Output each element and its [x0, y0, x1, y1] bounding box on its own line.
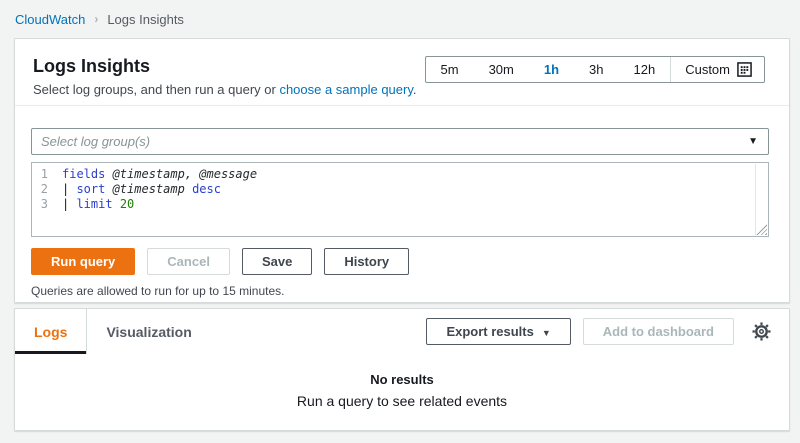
results-panel: Logs Visualization Export results ▼ Add …	[14, 308, 790, 431]
cancel-button[interactable]: Cancel	[147, 248, 230, 275]
time-range-options: 5m30m1h3h12h	[426, 57, 671, 82]
results-actions: Export results ▼ Add to dashboard	[426, 318, 773, 345]
run-query-button[interactable]: Run query	[31, 248, 135, 275]
results-toolbar: Logs Visualization Export results ▼ Add …	[15, 309, 789, 354]
time-range-option-5m[interactable]: 5m	[426, 57, 474, 82]
sample-query-link[interactable]: choose a sample query	[279, 82, 412, 97]
subtitle-period: .	[413, 82, 417, 97]
time-range-option-12h[interactable]: 12h	[619, 57, 671, 82]
resize-handle-icon[interactable]	[756, 224, 767, 235]
empty-state-subtitle: Run a query to see related events	[15, 393, 789, 409]
add-to-dashboard-button[interactable]: Add to dashboard	[583, 318, 734, 345]
page-subtitle: Select log groups, and then run a query …	[33, 82, 771, 97]
export-results-button[interactable]: Export results ▼	[426, 318, 570, 345]
breadcrumb-current-page: Logs Insights	[107, 12, 184, 27]
log-group-select[interactable]: Select log group(s) ▼	[31, 128, 769, 155]
time-range-option-30m[interactable]: 30m	[474, 57, 529, 82]
calendar-icon	[737, 62, 752, 77]
gear-icon	[752, 322, 771, 341]
query-line: 3| limit 20	[32, 197, 768, 212]
tab-logs[interactable]: Logs	[15, 309, 86, 354]
query-actions: Run query Cancel Save History	[31, 248, 769, 275]
save-button[interactable]: Save	[242, 248, 312, 275]
settings-button[interactable]	[750, 320, 773, 343]
time-range-option-3h[interactable]: 3h	[574, 57, 618, 82]
results-tabs: Logs Visualization	[15, 309, 211, 354]
query-limit-note: Queries are allowed to run for up to 15 …	[31, 284, 769, 298]
query-editor[interactable]: 1fields @timestamp, @message2| sort @tim…	[31, 162, 769, 237]
export-results-label: Export results	[446, 324, 533, 339]
query-panel: Logs Insights Select log groups, and the…	[14, 38, 790, 303]
empty-state-title: No results	[15, 372, 789, 387]
line-number: 3	[32, 197, 62, 212]
time-range-option-1h[interactable]: 1h	[529, 57, 574, 82]
caret-down-icon: ▼	[542, 328, 551, 338]
log-group-placeholder: Select log group(s)	[41, 134, 150, 149]
subtitle-text: Select log groups, and then run a query …	[33, 82, 279, 97]
query-editor-code: 1fields @timestamp, @message2| sort @tim…	[32, 163, 768, 212]
line-number: 2	[32, 182, 62, 197]
query-panel-header: Logs Insights Select log groups, and the…	[15, 39, 789, 106]
empty-state: No results Run a query to see related ev…	[15, 354, 789, 409]
query-line: 1fields @timestamp, @message	[32, 167, 768, 182]
history-button[interactable]: History	[324, 248, 409, 275]
breadcrumb: CloudWatch › Logs Insights	[0, 0, 800, 38]
chevron-down-icon: ▼	[748, 136, 758, 147]
line-number: 1	[32, 167, 62, 182]
editor-scrollbar[interactable]	[755, 164, 756, 235]
query-panel-body: Select log group(s) ▼ 1fields @timestamp…	[15, 106, 789, 298]
breadcrumb-cloudwatch-link[interactable]: CloudWatch	[15, 12, 85, 27]
query-line: 2| sort @timestamp desc	[32, 182, 768, 197]
tab-visualization[interactable]: Visualization	[86, 309, 210, 354]
custom-label: Custom	[685, 62, 730, 77]
chevron-right-icon: ›	[94, 12, 98, 26]
time-range-custom-button[interactable]: Custom	[670, 57, 764, 82]
time-range-selector: 5m30m1h3h12h Custom	[425, 56, 766, 83]
